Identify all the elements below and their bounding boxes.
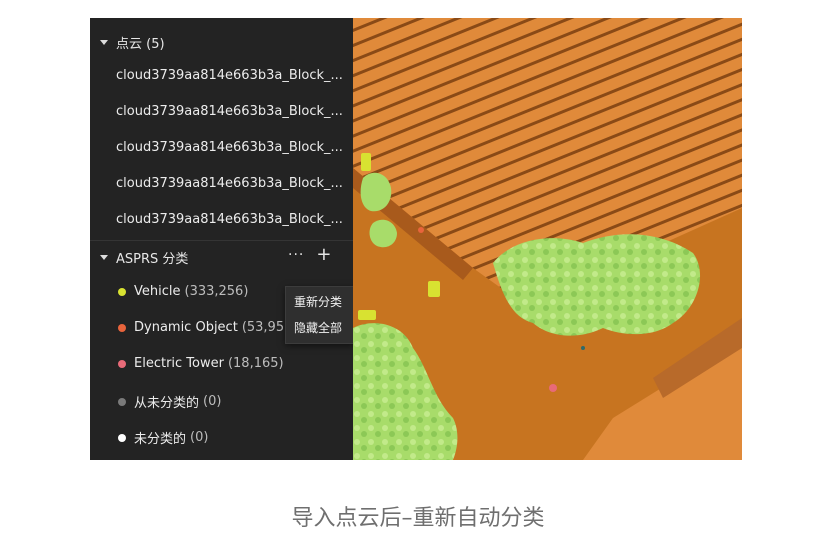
asprs-section-title: ASPRS 分类 [116,251,189,267]
menu-item-hide-all[interactable]: 隐藏全部 [286,315,354,341]
caret-down-icon[interactable] [100,39,108,45]
layers-panel: 点云 (5) cloud3739aa814e663b3a_Block_... c… [90,18,355,460]
caret-down-icon[interactable] [100,254,108,260]
class-count: (18,165) [227,356,284,371]
point-cloud-render [353,18,742,460]
class-name: Electric Tower [134,356,224,371]
point-cloud-item[interactable]: cloud3739aa814e663b3a_Block_... [116,104,348,119]
plus-icon[interactable]: + [316,246,331,264]
color-dot-icon [118,433,126,442]
point-cloud-item[interactable]: cloud3739aa814e663b3a_Block_... [116,68,348,83]
point-cloud-item[interactable]: cloud3739aa814e663b3a_Block_... [116,212,348,227]
class-item-never-classified[interactable]: 从未分类的 (0) [118,392,221,411]
class-count: (333,256) [184,284,249,299]
class-count: (0) [190,430,209,445]
figure-caption: 导入点云后–重新自动分类 [291,506,545,531]
class-item-electric-tower[interactable]: Electric Tower (18,165) [118,356,284,371]
noise-points [581,346,585,350]
class-count: (0) [203,394,222,409]
class-name: 从未分类的 [134,396,200,411]
app-screenshot: 点云 (5) cloud3739aa814e663b3a_Block_... c… [90,18,742,460]
vehicle-points [358,310,376,320]
tower-points [549,384,557,392]
menu-item-reclassify[interactable]: 重新分类 [286,289,354,315]
point-cloud-section-header[interactable]: 点云 (5) [90,26,353,58]
color-dot-icon [118,323,126,332]
point-cloud-section-title: 点云 (5) [116,36,165,52]
class-item-vehicle[interactable]: Vehicle (333,256) [118,284,248,299]
asprs-header-actions: ··· + [288,246,331,264]
point-cloud-item[interactable]: cloud3739aa814e663b3a_Block_... [116,176,348,191]
vehicle-points [361,153,371,171]
point-cloud-item[interactable]: cloud3739aa814e663b3a_Block_... [116,140,348,155]
class-name: Dynamic Object [134,320,238,335]
point-cloud-viewport[interactable] [353,18,742,460]
color-dot-icon [118,359,126,368]
dynamic-object-points [418,227,424,233]
class-name: Vehicle [134,284,181,299]
more-dots-icon[interactable]: ··· [288,247,304,263]
vehicle-points [428,281,440,297]
context-menu: 重新分类 隐藏全部 [285,286,355,344]
class-item-dynamic-object[interactable]: Dynamic Object (53,956 [118,320,292,335]
color-dot-icon [118,397,126,406]
class-name: 未分类的 [134,432,187,447]
class-item-unclassified[interactable]: 未分类的 (0) [118,428,208,447]
color-dot-icon [118,287,126,296]
